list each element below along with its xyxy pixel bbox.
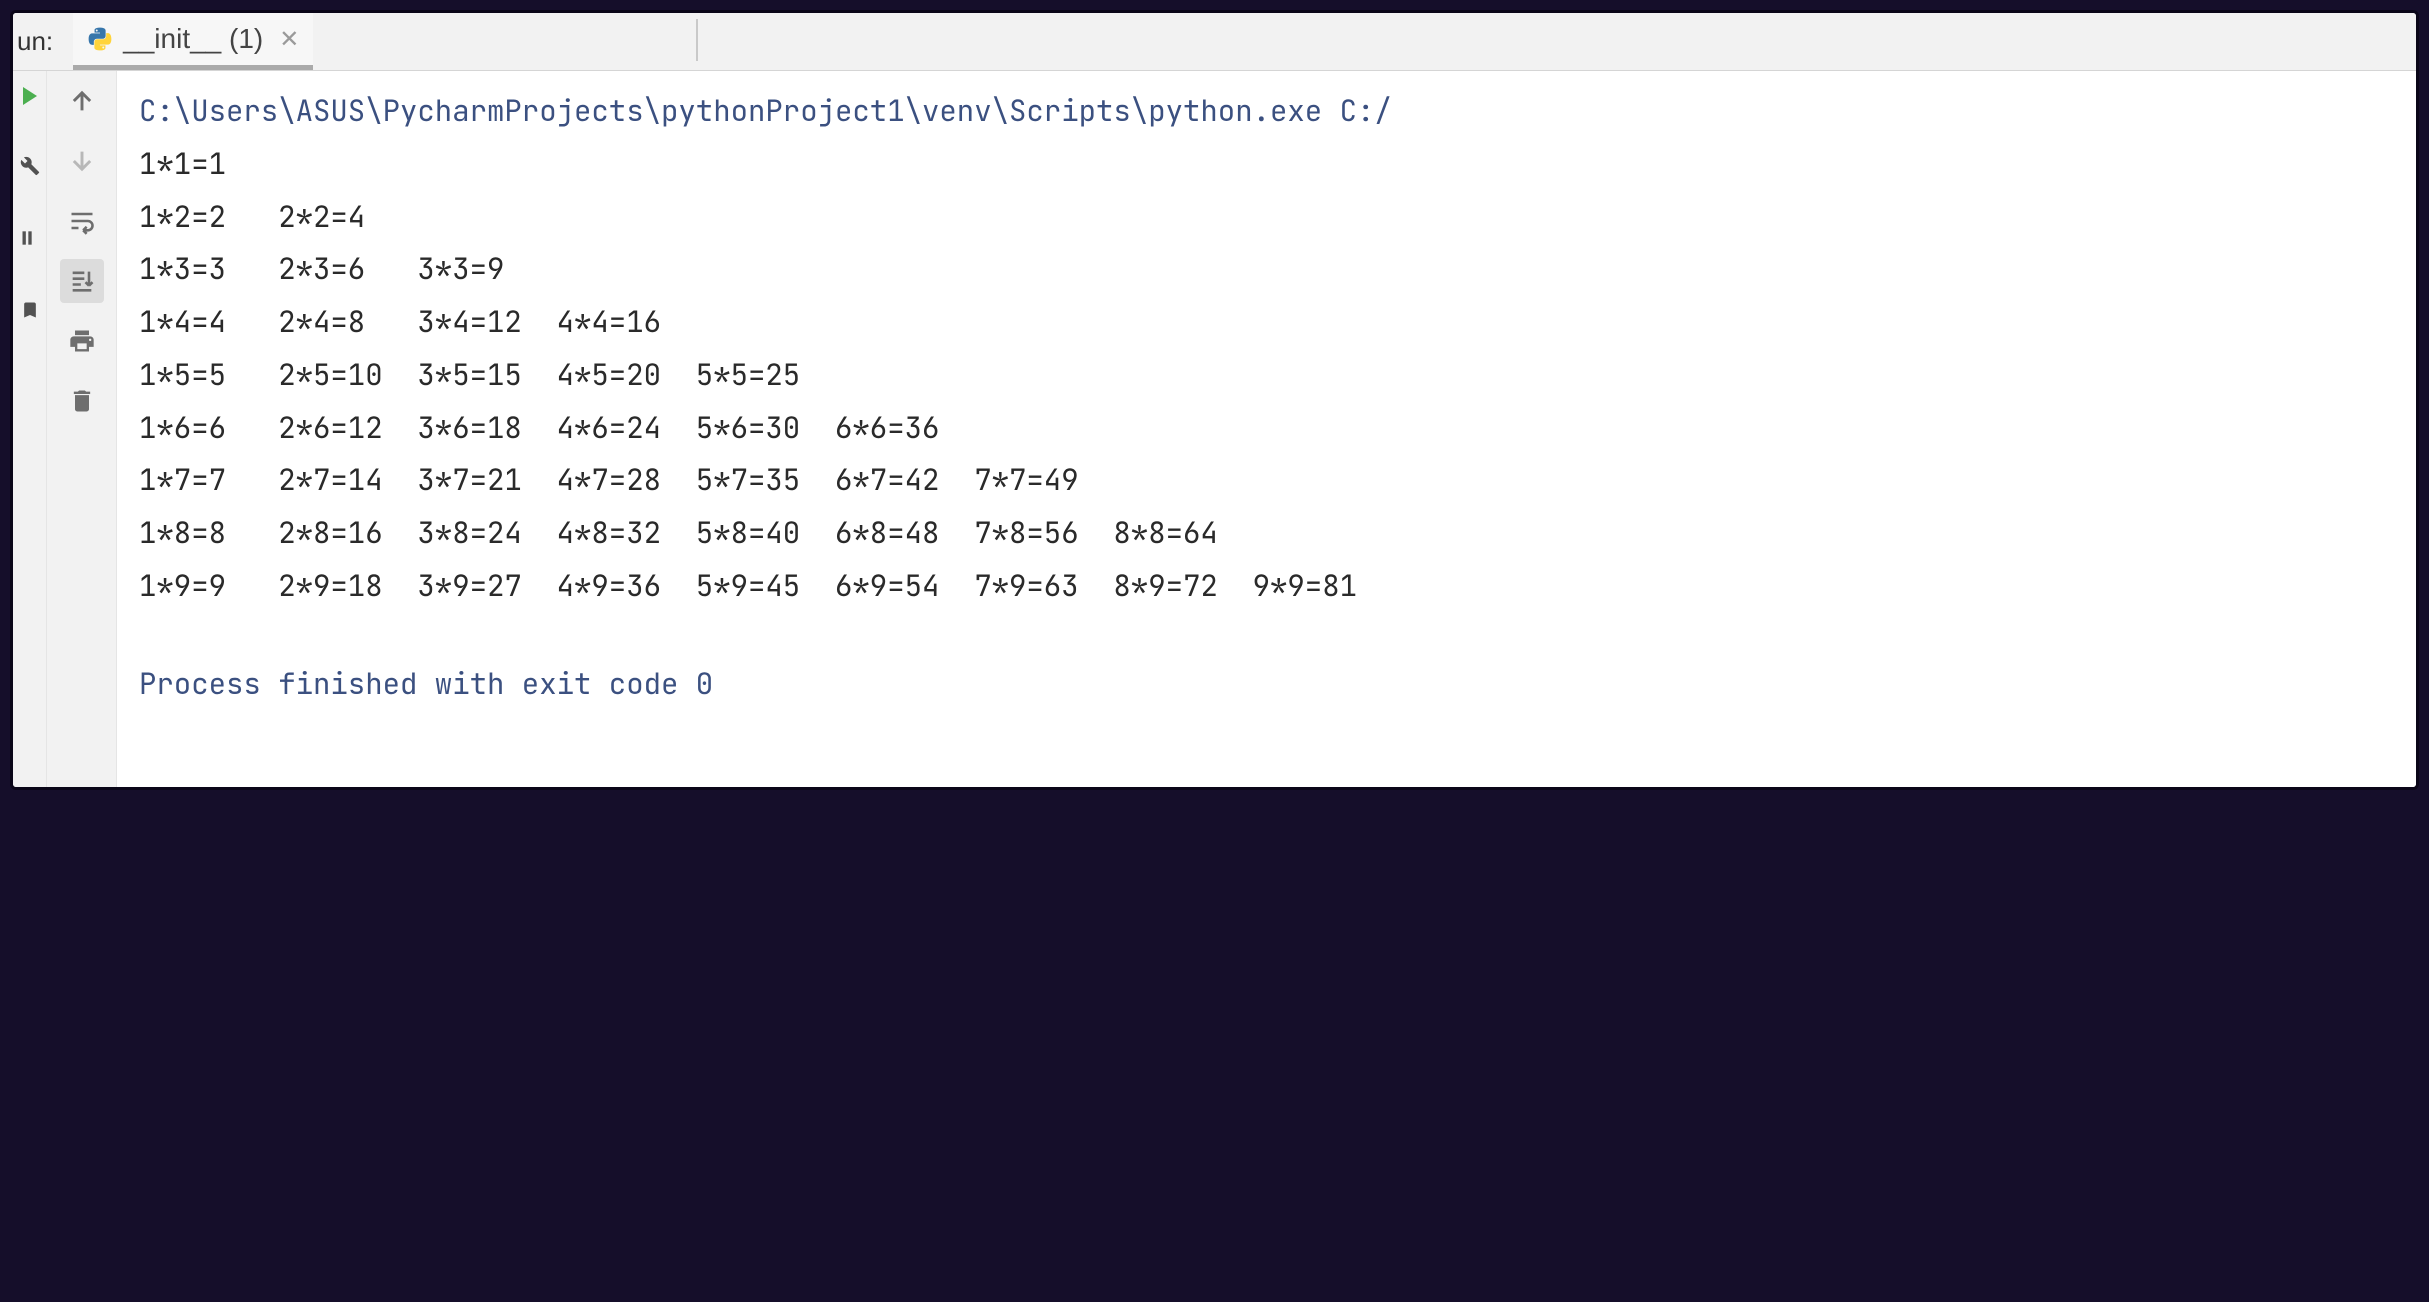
console-output[interactable]: C:\Users\ASUS\PycharmProjects\pythonProj…: [117, 71, 2416, 787]
main-area: C:\Users\ASUS\PycharmProjects\pythonProj…: [13, 71, 2416, 787]
output-line: 1*1=1: [139, 144, 226, 183]
bars-icon[interactable]: [19, 227, 41, 249]
run-tab[interactable]: __init__ (1) ✕: [73, 13, 313, 70]
tab-bar: un: __init__ (1) ✕: [13, 13, 2416, 71]
bookmark-icon[interactable]: [19, 299, 41, 321]
soft-wrap-icon[interactable]: [60, 199, 104, 243]
console-toolbar: [47, 71, 117, 787]
left-gutter: [13, 71, 47, 787]
output-line: 1*9=9 2*9=18 3*9=27 4*9=36 5*9=45 6*9=54…: [139, 566, 1357, 605]
output-line: 1*5=5 2*5=10 3*5=15 4*5=20 5*5=25: [139, 355, 800, 394]
output-line: 1*4=4 2*4=8 3*4=12 4*4=16: [139, 302, 661, 341]
output-line: 1*8=8 2*8=16 3*8=24 4*8=32 5*8=40 6*8=48…: [139, 513, 1218, 552]
output-line: 1*2=2 2*2=4: [139, 197, 365, 236]
exit-message: Process finished with exit code 0: [139, 658, 2400, 711]
python-icon: [87, 26, 113, 52]
run-icon[interactable]: [23, 87, 37, 105]
command-line: C:\Users\ASUS\PycharmProjects\pythonProj…: [139, 91, 1392, 130]
run-tool-window: un: __init__ (1) ✕: [10, 10, 2419, 790]
down-arrow-icon[interactable]: [60, 139, 104, 183]
tab-label: __init__ (1): [123, 23, 263, 55]
scroll-to-end-icon[interactable]: [60, 259, 104, 303]
output-line: 1*7=7 2*7=14 3*7=21 4*7=28 5*7=35 6*7=42…: [139, 460, 1079, 499]
trash-icon[interactable]: [60, 379, 104, 423]
close-icon[interactable]: ✕: [279, 25, 299, 54]
wrench-icon[interactable]: [19, 155, 41, 177]
run-label: un:: [13, 26, 73, 57]
tab-divider: [696, 19, 698, 61]
up-arrow-icon[interactable]: [60, 79, 104, 123]
output-line: 1*6=6 2*6=12 3*6=18 4*6=24 5*6=30 6*6=36: [139, 408, 939, 447]
print-icon[interactable]: [60, 319, 104, 363]
output-line: 1*3=3 2*3=6 3*3=9: [139, 249, 504, 288]
